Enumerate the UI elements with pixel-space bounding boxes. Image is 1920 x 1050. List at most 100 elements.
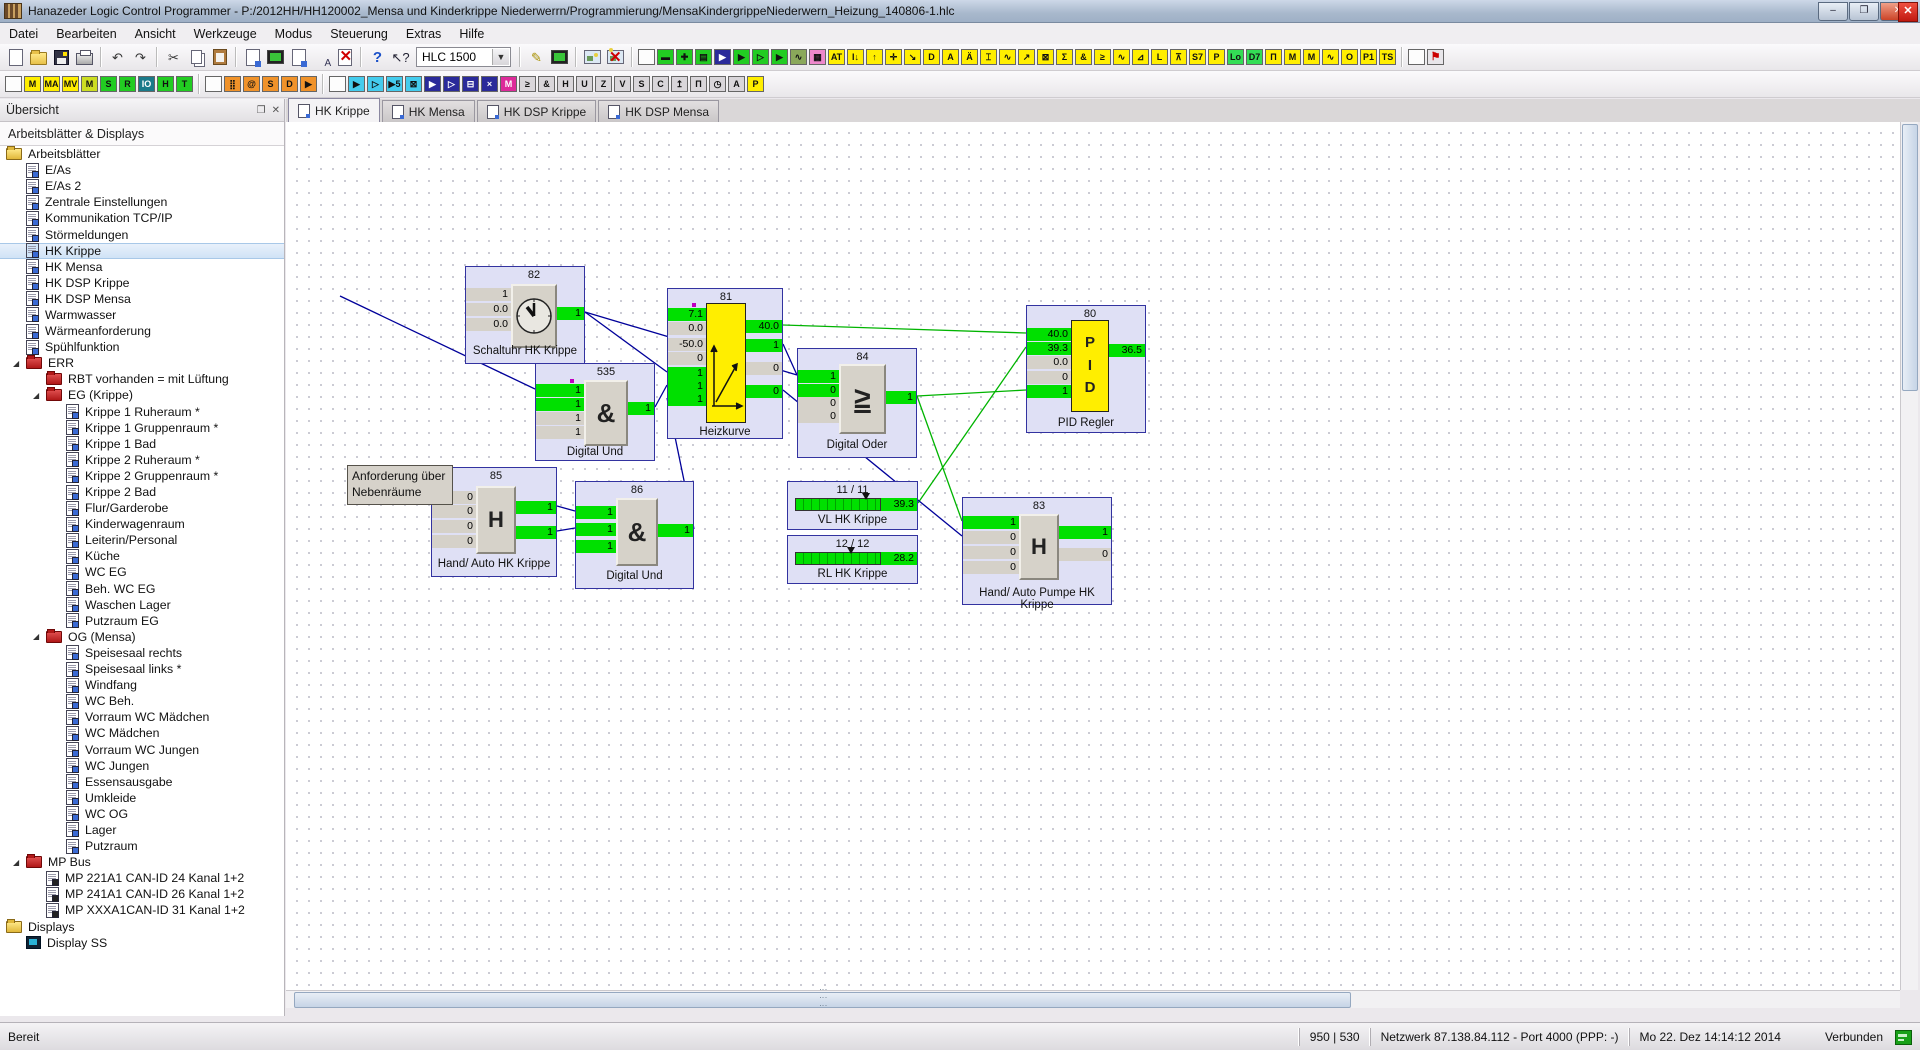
function-block-icon[interactable]: ∿ bbox=[790, 49, 807, 65]
menu-datei[interactable]: Datei bbox=[0, 25, 47, 43]
tree-item-krippe-2-gruppenraum-[interactable]: Krippe 2 Gruppenraum * bbox=[0, 468, 284, 484]
vertical-scrollbar-thumb[interactable] bbox=[1902, 124, 1918, 391]
function-block-icon[interactable]: D bbox=[281, 76, 298, 92]
function-block-icon[interactable] bbox=[205, 76, 222, 92]
function-block-icon[interactable]: T bbox=[176, 76, 193, 92]
tree-item-vorraum-wc-mädchen[interactable]: Vorraum WC Mädchen bbox=[0, 709, 284, 725]
new-file-button[interactable] bbox=[5, 47, 26, 68]
wire[interactable] bbox=[918, 347, 1026, 503]
wire[interactable] bbox=[557, 528, 575, 531]
function-block-icon[interactable]: ∿ bbox=[999, 49, 1016, 65]
tree-item-err[interactable]: ◢ERR bbox=[0, 355, 284, 371]
tree-item-wc-mädchen[interactable]: WC Mädchen bbox=[0, 725, 284, 741]
tree-item-wc-beh-[interactable]: WC Beh. bbox=[0, 693, 284, 709]
function-block-icon[interactable]: M bbox=[1284, 49, 1301, 65]
function-block-icon[interactable]: ⌶ bbox=[980, 49, 997, 65]
menu-hilfe[interactable]: Hilfe bbox=[450, 25, 493, 43]
image-remove-button[interactable] bbox=[605, 47, 626, 68]
expand-arrow-icon[interactable]: ◢ bbox=[13, 359, 19, 368]
function-block-icon[interactable]: MV bbox=[62, 76, 79, 92]
function-block-icon[interactable]: S7 bbox=[1189, 49, 1206, 65]
function-block-icon[interactable]: V bbox=[614, 76, 631, 92]
block-input[interactable]: 39.3 bbox=[1027, 342, 1071, 355]
undo-button[interactable]: ↶ bbox=[107, 47, 128, 68]
function-block-icon[interactable]: M bbox=[81, 76, 98, 92]
block-output[interactable]: 28.2 bbox=[881, 552, 917, 565]
tree-item-zentrale-einstellungen[interactable]: Zentrale Einstellungen bbox=[0, 194, 284, 210]
tree-item-windfang[interactable]: Windfang bbox=[0, 677, 284, 693]
function-block-icon[interactable] bbox=[638, 49, 655, 65]
tree-item-eg-krippe-[interactable]: ◢EG (Krippe) bbox=[0, 387, 284, 403]
tree-item-krippe-2-bad[interactable]: Krippe 2 Bad bbox=[0, 484, 284, 500]
function-block-icon[interactable]: M bbox=[24, 76, 41, 92]
function-block-icon[interactable]: ↘ bbox=[904, 49, 921, 65]
block-input[interactable]: 1 bbox=[668, 367, 706, 380]
block-input[interactable]: 1 bbox=[668, 380, 706, 393]
function-block-icon[interactable]: IO bbox=[138, 76, 155, 92]
help-button[interactable]: ? bbox=[367, 47, 388, 68]
function-block-icon[interactable]: ▶5 bbox=[386, 76, 403, 92]
function-block-icon[interactable]: × bbox=[481, 76, 498, 92]
tree-item-hk-krippe[interactable]: HK Krippe bbox=[0, 243, 284, 259]
function-block-icon[interactable] bbox=[329, 76, 346, 92]
block-input[interactable]: 0.0 bbox=[1027, 356, 1071, 369]
tree-item-leiterin-personal[interactable]: Leiterin/Personal bbox=[0, 532, 284, 548]
tree-item-umkleide[interactable]: Umkleide bbox=[0, 790, 284, 806]
block-input[interactable]: 0.0 bbox=[668, 322, 706, 335]
function-block-icon[interactable]: ▶ bbox=[348, 76, 365, 92]
function-block-icon[interactable]: ✛ bbox=[885, 49, 902, 65]
tree-item-display-ss[interactable]: Display SS bbox=[0, 935, 284, 951]
block-input[interactable]: 0.0 bbox=[466, 303, 511, 316]
print-button[interactable] bbox=[74, 47, 95, 68]
function-block-icon[interactable]: ▤ bbox=[695, 49, 712, 65]
tree-item-krippe-1-gruppenraum-[interactable]: Krippe 1 Gruppenraum * bbox=[0, 420, 284, 436]
tree-item-essensausgabe[interactable]: Essensausgabe bbox=[0, 774, 284, 790]
function-block-icon[interactable]: M bbox=[500, 76, 517, 92]
function-block-80[interactable]: 80PID40.039.30.00136.5PID Regler bbox=[1026, 305, 1146, 433]
block-input[interactable]: 1 bbox=[576, 540, 616, 553]
function-block-icon[interactable]: P1 bbox=[1360, 49, 1377, 65]
menu-bearbeiten[interactable]: Bearbeiten bbox=[47, 25, 125, 43]
wire[interactable] bbox=[783, 325, 1026, 333]
tree-root-header[interactable]: Arbeitsblätter & Displays bbox=[0, 122, 284, 146]
function-block-icon[interactable]: U bbox=[576, 76, 593, 92]
menu-extras[interactable]: Extras bbox=[397, 25, 450, 43]
function-block-icon[interactable]: ↑ bbox=[866, 49, 883, 65]
block-input[interactable]: 0 bbox=[798, 410, 839, 423]
function-block-icon[interactable]: H bbox=[557, 76, 574, 92]
function-block-icon[interactable]: AT bbox=[828, 49, 845, 65]
copy-button[interactable] bbox=[186, 47, 207, 68]
maximize-button[interactable]: ❐ bbox=[1849, 2, 1879, 21]
block-input[interactable]: 1 bbox=[536, 384, 584, 397]
function-block-icon[interactable]: Π bbox=[1265, 49, 1282, 65]
tree-item-putzraum[interactable]: Putzraum bbox=[0, 838, 284, 854]
block-output[interactable]: 1 bbox=[516, 526, 556, 539]
block-output[interactable]: 1 bbox=[886, 391, 916, 404]
function-block-icon[interactable]: ✚ bbox=[676, 49, 693, 65]
wire[interactable] bbox=[783, 344, 797, 375]
block-input[interactable]: 1 bbox=[798, 370, 839, 383]
block-input[interactable]: 1 bbox=[536, 412, 584, 425]
function-block-82[interactable]: 8210.00.01Schaltuhr HK Krippe bbox=[465, 266, 585, 364]
function-block-86[interactable]: 86&1111Digital Und bbox=[575, 481, 694, 589]
block-input[interactable]: 0 bbox=[798, 384, 839, 397]
function-block-icon[interactable]: ↥ bbox=[671, 76, 688, 92]
block-input[interactable]: 40.0 bbox=[1027, 328, 1071, 341]
block-output[interactable]: 0 bbox=[1059, 548, 1111, 561]
function-block-icon[interactable]: S bbox=[100, 76, 117, 92]
tree-item-krippe-1-bad[interactable]: Krippe 1 Bad bbox=[0, 436, 284, 452]
worksheet-copy-button[interactable] bbox=[288, 47, 309, 68]
function-block-icon[interactable]: ▶ bbox=[424, 76, 441, 92]
tree-item-störmeldungen[interactable]: Störmeldungen bbox=[0, 226, 284, 242]
block-output[interactable]: 36.5 bbox=[1109, 344, 1145, 357]
block-output[interactable]: 39.3 bbox=[881, 498, 917, 511]
function-block-icon[interactable]: ≥ bbox=[519, 76, 536, 92]
tree-item-kommunikation-tcp-ip[interactable]: Kommunikation TCP/IP bbox=[0, 210, 284, 226]
tree-item-hk-dsp-krippe[interactable]: HK DSP Krippe bbox=[0, 275, 284, 291]
function-block-icon[interactable]: L bbox=[1151, 49, 1168, 65]
function-block-icon[interactable]: ∿ bbox=[1322, 49, 1339, 65]
function-block-icon[interactable]: M bbox=[1303, 49, 1320, 65]
chevron-down-icon[interactable]: ▼ bbox=[492, 49, 509, 65]
expand-arrow-icon[interactable]: ◢ bbox=[33, 391, 39, 400]
function-block-icon[interactable]: ⊠ bbox=[405, 76, 422, 92]
